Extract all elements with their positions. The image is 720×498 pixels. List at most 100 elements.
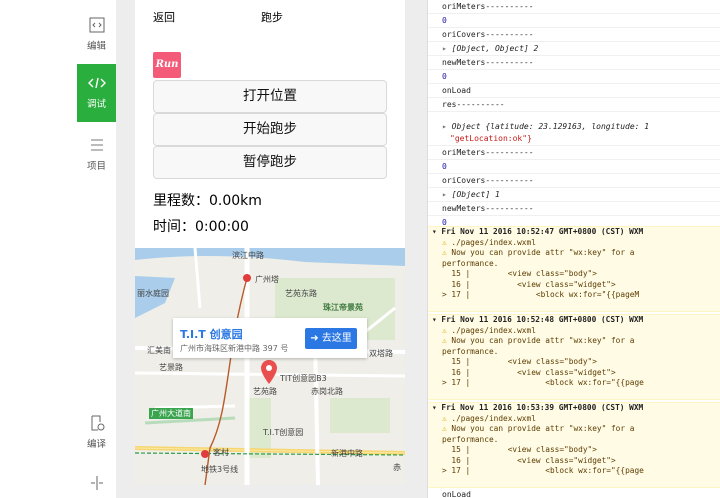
map-label: 地铁3号线 bbox=[201, 465, 239, 474]
sidebar-item-label: 项目 bbox=[86, 161, 106, 172]
debug-console: oriMeters---------- 0 oriCovers---------… bbox=[427, 0, 720, 498]
warning-group[interactable]: ▾ Fri Nov 11 2016 10:52:47 GMT+0800 (CST… bbox=[428, 226, 720, 312]
navigate-arrow-icon: ➜ bbox=[310, 333, 322, 344]
warning-icon: ⚠ bbox=[442, 413, 452, 423]
map-label: 双塔路 bbox=[369, 349, 393, 358]
expand-arrow-icon: ▸ bbox=[442, 190, 452, 199]
code-line: 15 | <view class="body"> bbox=[442, 357, 597, 366]
sidebar-item-project[interactable]: 项目 bbox=[77, 126, 116, 184]
warning-header: ▾ Fri Nov 11 2016 10:52:47 GMT+0800 (CST… bbox=[432, 227, 644, 236]
map-label: 丽水庭园 bbox=[137, 289, 169, 298]
console-line: 0 bbox=[428, 160, 720, 174]
collapse-arrow-icon: ▾ bbox=[432, 227, 442, 236]
warning-header: ▾ Fri Nov 11 2016 10:52:48 GMT+0800 (CST… bbox=[432, 315, 644, 324]
phone-simulator: 返回 跑步 Run 打开位置 开始跑步 暂停跑步 里程数：0.00km 时间：0… bbox=[135, 0, 405, 485]
console-line: newMeters---------- bbox=[428, 56, 720, 70]
time-text: 时间：0:00:00 bbox=[153, 219, 249, 235]
navigate-button[interactable]: ➜ 去这里 bbox=[305, 328, 357, 349]
sidebar-item-label: 编辑 bbox=[86, 41, 106, 52]
code-line: > 17 | <block wx:for="{{page bbox=[442, 466, 644, 475]
console-line: "getLocation:ok"} bbox=[428, 132, 720, 146]
sidebar-item-label: 编译 bbox=[86, 439, 106, 450]
collapse-arrow-icon: ▾ bbox=[432, 315, 442, 324]
warning-message: ⚠ Now you can provide attr "wx:key" for … bbox=[442, 336, 635, 345]
warning-icon: ⚠ bbox=[442, 248, 452, 257]
console-line: oriMeters---------- bbox=[428, 0, 720, 14]
poi-name: T.I.T 创意园 bbox=[180, 328, 243, 341]
warning-group[interactable]: ▾ Fri Nov 11 2016 10:52:48 GMT+0800 (CST… bbox=[428, 314, 720, 400]
warning-file: ⚠ ./pages/index.wxml bbox=[442, 237, 536, 247]
sidebar: 编辑 调试 项目 编译 后台 bbox=[0, 0, 116, 498]
menu-lines-icon bbox=[90, 139, 103, 151]
warning-file: ⚠ ./pages/index.wxml bbox=[442, 413, 536, 423]
sidebar-item-debug[interactable]: 调试 bbox=[77, 64, 116, 122]
map-label: 艺苑东路 bbox=[285, 289, 317, 298]
map-label: 艺苑路 bbox=[253, 387, 277, 396]
map-label: 广州大道南 bbox=[149, 408, 193, 419]
code-file-icon bbox=[89, 17, 104, 33]
warning-icon: ⚠ bbox=[442, 424, 452, 433]
code-line: > 17 | <block wx:for="{{pageM bbox=[442, 290, 640, 299]
console-object: [Object, Object] 2 bbox=[451, 44, 539, 53]
map-label: 赤 bbox=[393, 463, 401, 472]
console-line: 0 bbox=[428, 70, 720, 84]
map-label: 客村 bbox=[213, 448, 229, 457]
console-line: oriCovers---------- bbox=[428, 28, 720, 42]
map-label: 汇美南 bbox=[147, 346, 171, 355]
map-label: 滨江中路 bbox=[232, 251, 264, 260]
start-run-button[interactable]: 开始跑步 bbox=[153, 113, 387, 146]
code-line: 16 | <view class="widget"> bbox=[442, 455, 616, 465]
map-label: 艺景路 bbox=[159, 363, 183, 372]
console-line: 0 bbox=[428, 14, 720, 28]
split-icon bbox=[90, 476, 103, 490]
warning-message: performance. bbox=[442, 434, 499, 444]
expand-arrow-icon: ▸ bbox=[442, 44, 452, 53]
location-pin-icon bbox=[261, 360, 277, 384]
debug-code-icon bbox=[87, 77, 106, 89]
open-location-button[interactable]: 打开位置 bbox=[153, 80, 387, 113]
code-line: 16 | <view class="widget"> bbox=[442, 367, 616, 377]
back-button[interactable]: 返回 bbox=[153, 9, 175, 25]
sidebar-item-label: 调试 bbox=[86, 99, 106, 110]
pause-run-button[interactable]: 暂停跑步 bbox=[153, 146, 387, 179]
collapse-arrow-icon: ▾ bbox=[432, 403, 442, 412]
run-logo: Run bbox=[153, 52, 181, 78]
distance-text: 里程数：0.00km bbox=[153, 193, 262, 209]
warning-header: ▾ Fri Nov 11 2016 10:53:39 GMT+0800 (CST… bbox=[432, 403, 644, 412]
compile-icon bbox=[91, 415, 104, 431]
map-view[interactable]: 滨江中路 广州塔 丽水庭园 艺苑东路 珠江帝景苑 汇美南 艺景路 双塔路 TIT… bbox=[135, 248, 405, 485]
warning-icon: ⚠ bbox=[442, 325, 452, 335]
console-line: newMeters---------- bbox=[428, 202, 720, 216]
sidebar-item-compile[interactable]: 编译 bbox=[77, 404, 116, 462]
warning-icon: ⚠ bbox=[442, 336, 452, 345]
console-object-line[interactable]: ▸ [Object, Object] 2 bbox=[428, 42, 720, 56]
console-line: onLoad bbox=[428, 84, 720, 98]
sidebar-item-edit[interactable]: 编辑 bbox=[77, 6, 116, 64]
console-line: onLoad bbox=[442, 490, 471, 498]
poi-info-card[interactable]: T.I.T 创意园 广州市海珠区新港中路 397 号 ➜ 去这里 bbox=[173, 318, 367, 358]
console-string: "getLocation:ok"} bbox=[450, 134, 532, 143]
warning-icon: ⚠ bbox=[442, 237, 452, 247]
warning-group[interactable]: ▾ Fri Nov 11 2016 10:53:39 GMT+0800 (CST… bbox=[428, 402, 720, 488]
warning-message: ⚠ Now you can provide attr "wx:key" for … bbox=[442, 424, 635, 433]
map-label: 新港中路 bbox=[331, 449, 363, 458]
code-line: 15 | <view class="body"> bbox=[442, 445, 597, 454]
console-object-line[interactable]: ▸ [Object] 1 bbox=[428, 188, 720, 202]
warning-message: performance. bbox=[442, 346, 499, 356]
page-title: 跑步 bbox=[261, 11, 283, 24]
console-line: res---------- bbox=[428, 98, 720, 112]
sidebar-item-backend[interactable]: 后台 bbox=[77, 464, 116, 498]
map-label: 广州塔 bbox=[255, 275, 279, 284]
poi-address: 广州市海珠区新港中路 397 号 bbox=[180, 344, 289, 353]
map-label: 赤岗北路 bbox=[311, 387, 343, 396]
console-object: Object {latitude: 23.129163, longitude: … bbox=[451, 122, 650, 131]
code-line: > 17 | <block wx:for="{{page bbox=[442, 378, 644, 387]
map-label: TIT创意园B3 bbox=[280, 374, 327, 383]
warning-message: ⚠ Now you can provide attr "wx:key" for … bbox=[442, 248, 635, 257]
console-line: oriMeters---------- bbox=[428, 146, 720, 160]
expand-arrow-icon: ▸ bbox=[442, 122, 452, 131]
warning-message: performance. bbox=[442, 258, 499, 268]
